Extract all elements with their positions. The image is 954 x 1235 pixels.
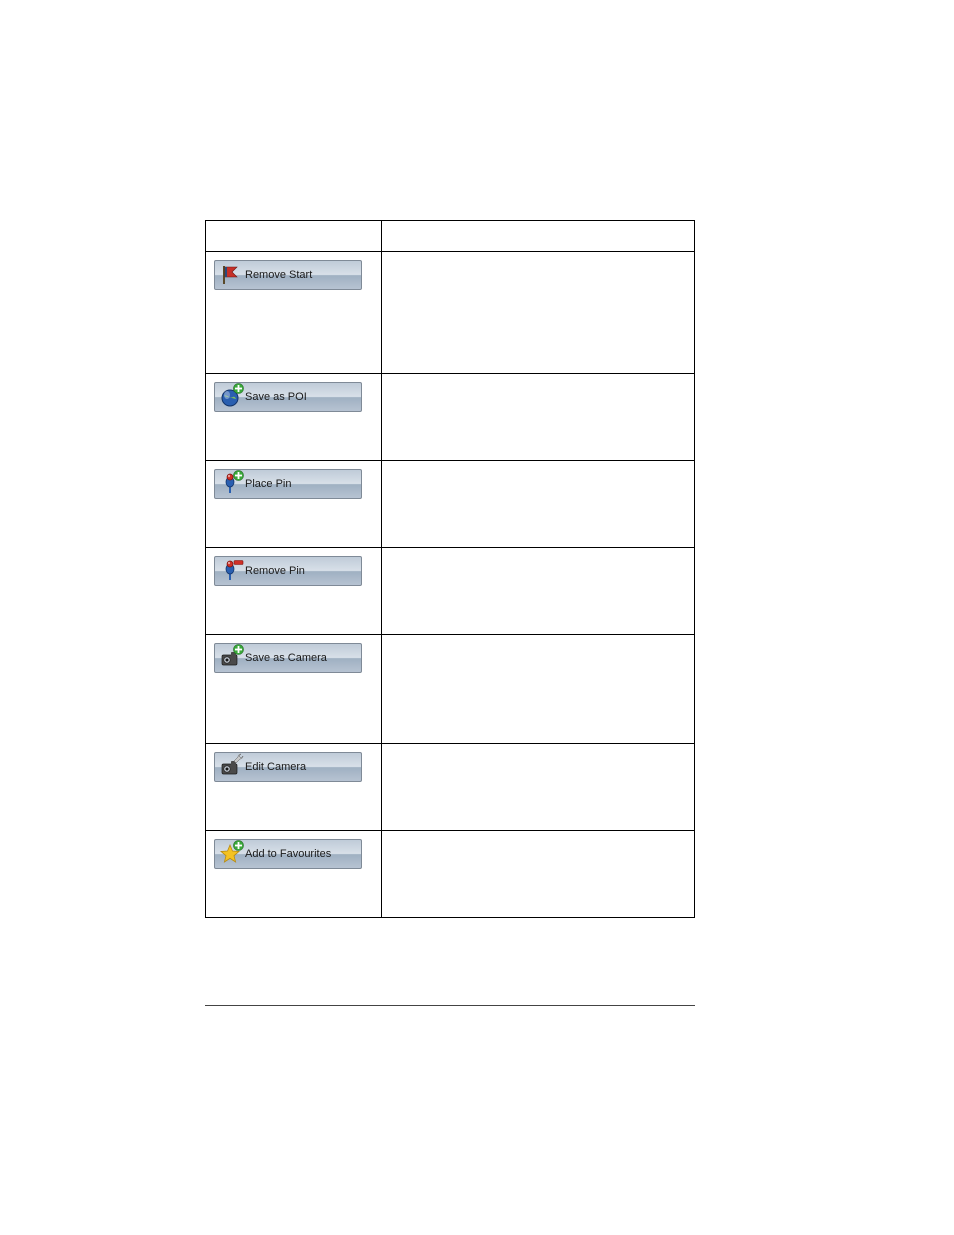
button-reference-table: Remove Start: [205, 220, 695, 918]
plus-badge-icon: [233, 383, 244, 394]
header-cell-button: [206, 221, 382, 252]
description-cell: [381, 252, 694, 374]
remove-start-button[interactable]: Remove Start: [214, 260, 362, 290]
description-cell: [381, 831, 694, 918]
description-cell: [381, 461, 694, 548]
table-header-row: [206, 221, 695, 252]
plus-badge-icon: [233, 840, 244, 851]
table-row: Remove Start: [206, 252, 695, 374]
horizontal-rule: [205, 1005, 695, 1006]
description-cell: [381, 548, 694, 635]
header-cell-description: [381, 221, 694, 252]
description-cell: [381, 635, 694, 744]
camera-icon: [219, 756, 241, 778]
camera-icon: [219, 647, 241, 669]
button-label: Add to Favourites: [245, 848, 331, 860]
table-row: Remove Pin: [206, 548, 695, 635]
plus-badge-icon: [233, 644, 244, 655]
table-row: Add to Favourites: [206, 831, 695, 918]
button-label: Place Pin: [245, 478, 291, 490]
table-row: Save as POI: [206, 374, 695, 461]
description-cell: [381, 744, 694, 831]
save-as-poi-button[interactable]: Save as POI: [214, 382, 362, 412]
table-row: Place Pin: [206, 461, 695, 548]
table-row: Edit Camera: [206, 744, 695, 831]
save-as-camera-button[interactable]: Save as Camera: [214, 643, 362, 673]
place-pin-button[interactable]: Place Pin: [214, 469, 362, 499]
button-label: Save as POI: [245, 391, 307, 403]
button-label: Remove Pin: [245, 565, 305, 577]
pushpin-icon: [219, 473, 241, 495]
remove-pin-button[interactable]: Remove Pin: [214, 556, 362, 586]
document-page: Remove Start: [0, 0, 954, 1235]
add-to-favourites-button[interactable]: Add to Favourites: [214, 839, 362, 869]
button-label: Edit Camera: [245, 761, 306, 773]
button-label: Save as Camera: [245, 652, 327, 664]
flag-icon: [219, 264, 241, 286]
wrench-badge-icon: [233, 753, 244, 764]
description-cell: [381, 374, 694, 461]
table-row: Save as Camera: [206, 635, 695, 744]
pushpin-icon: [219, 560, 241, 582]
minus-badge-icon: [233, 557, 244, 568]
star-icon: [219, 843, 241, 865]
plus-badge-icon: [233, 470, 244, 481]
globe-icon: [219, 386, 241, 408]
edit-camera-button[interactable]: Edit Camera: [214, 752, 362, 782]
button-label: Remove Start: [245, 269, 312, 281]
